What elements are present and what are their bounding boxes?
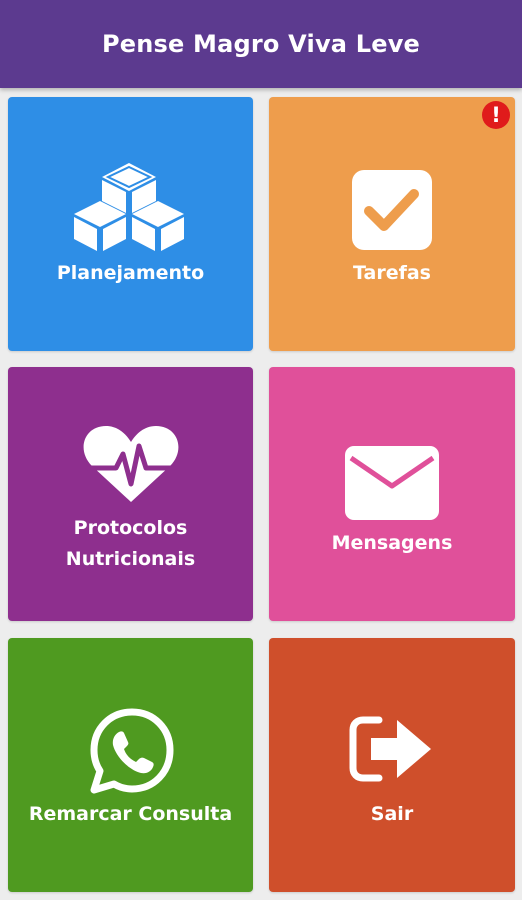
remarcar-consulta-tile[interactable]: Remarcar Consulta (8, 638, 253, 892)
tarefas-label: Tarefas (353, 262, 431, 284)
sair-tile[interactable]: Sair (269, 638, 515, 892)
protocolos-nutricionais-tile[interactable]: Protocolos Nutricionais (8, 367, 253, 621)
whatsapp-icon (90, 708, 174, 794)
protocolos-nutricionais-label: Protocolos Nutricionais (65, 517, 196, 570)
tarefas-tile[interactable]: Tarefas (269, 97, 515, 351)
app-title: Pense Magro Viva Leve (101, 30, 421, 58)
checkbox-icon (352, 170, 432, 250)
mensagens-label: Mensagens (331, 532, 453, 554)
cubes-icon (74, 163, 184, 251)
heartbeat-icon (83, 426, 179, 502)
planejamento-tile[interactable]: Planejamento (8, 97, 253, 351)
mensagens-tile[interactable]: Mensagens (269, 367, 515, 621)
planejamento-label: Planejamento (56, 262, 205, 284)
envelope-icon (345, 446, 439, 520)
sign-out-icon (349, 716, 431, 782)
alert-badge: ! (482, 101, 510, 129)
sair-label: Sair (370, 803, 414, 825)
app-bar: Pense Magro Viva Leve (0, 0, 522, 88)
remarcar-consulta-label: Remarcar Consulta (28, 803, 233, 825)
